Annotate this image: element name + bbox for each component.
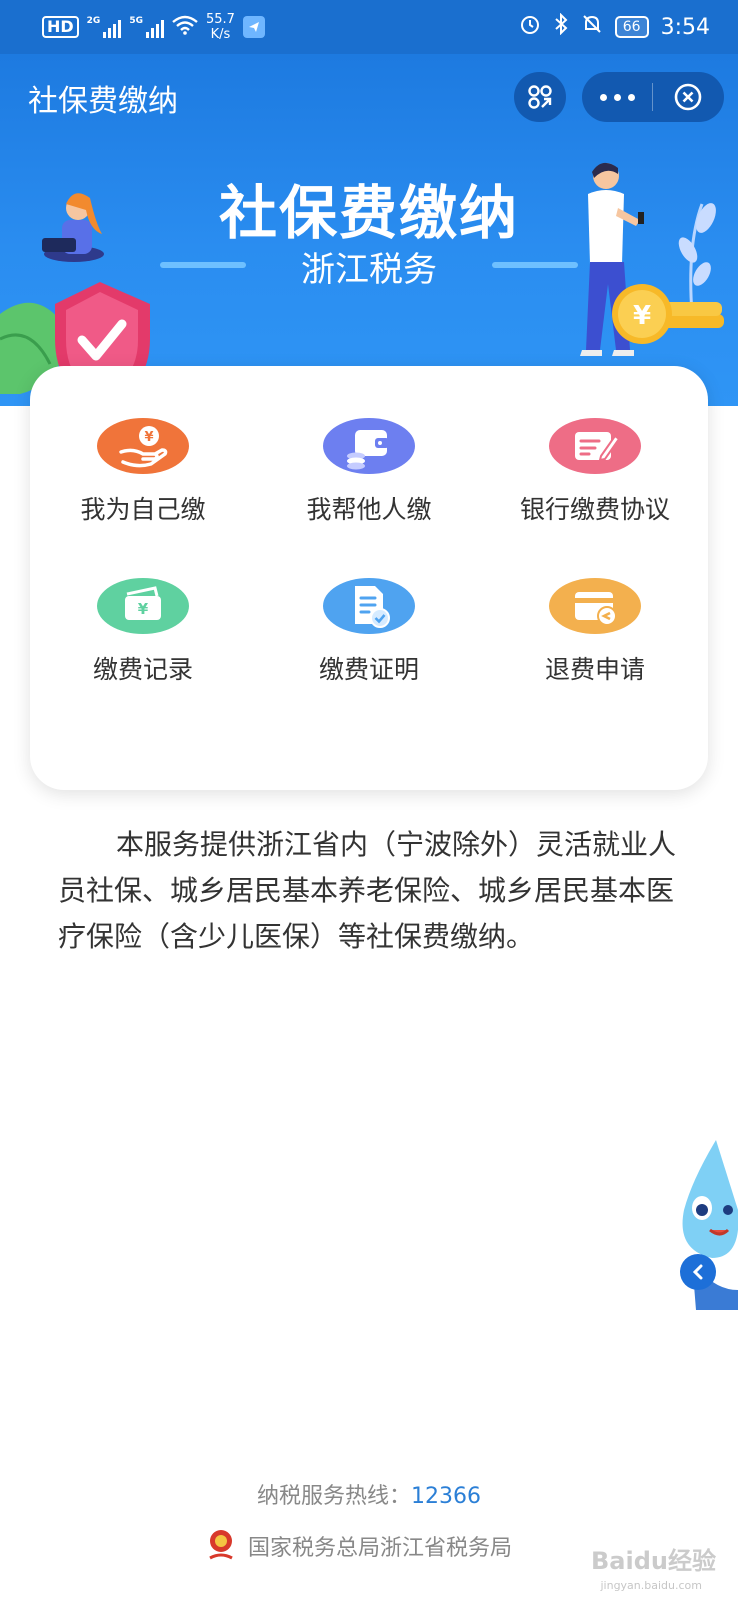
- more-dot-icon: [613, 93, 621, 101]
- close-circle-icon: [674, 83, 702, 111]
- hand-yen-icon: ¥: [97, 418, 189, 474]
- svg-text:¥: ¥: [144, 430, 153, 445]
- edit-doc-icon: [549, 418, 641, 474]
- assistant-collapse-button[interactable]: [680, 1254, 716, 1290]
- chevron-left-icon: [692, 1264, 703, 1280]
- signal-type-label: 2G: [86, 16, 101, 26]
- baidu-watermark: Baidu经验: [591, 1547, 716, 1575]
- menu-item-pay-for-others[interactable]: 我帮他人缴: [256, 360, 482, 524]
- clock: 3:54: [660, 14, 710, 40]
- hotline: 纳税服务热线：12366: [0, 1478, 738, 1510]
- menu-label: 缴费记录: [92, 655, 193, 684]
- svg-text:¥: ¥: [633, 301, 651, 331]
- watermark-url: jingyan.baidu.com: [600, 1579, 702, 1592]
- app-notification-icon: [242, 16, 265, 38]
- page-title: 社保费缴纳: [28, 84, 178, 119]
- mute-bell-icon: [581, 13, 603, 41]
- yen-card-icon: ¥: [97, 578, 189, 634]
- service-description: 本服务提供浙江省内（宁波除外）灵活就业人员社保、城乡居民基本养老保险、城乡居民基…: [58, 828, 677, 953]
- bluetooth-icon: [553, 12, 569, 41]
- menu-item-payment-records[interactable]: ¥ 缴费记录: [30, 520, 256, 684]
- hotline-number[interactable]: 12366: [411, 1484, 481, 1509]
- network-speed-value: 55.7: [205, 12, 235, 27]
- service-menu-card: ¥ 我为自己缴 我帮他人缴 银行缴费协议 ¥ 缴费记录 缴费证明 退费申请: [30, 366, 708, 790]
- organization: 国家税务总局浙江省税务局: [206, 1524, 512, 1568]
- signal-icon: 2G: [87, 16, 122, 38]
- battery-indicator: 66: [614, 16, 649, 38]
- organization-name: 国家税务总局浙江省税务局: [248, 1536, 513, 1561]
- network-speed-unit: K/s: [210, 27, 231, 42]
- menu-item-refund-application[interactable]: 退费申请: [482, 520, 708, 684]
- man-coins-illustration: ¥: [580, 162, 724, 356]
- doc-check-icon: [323, 578, 415, 634]
- more-dot-icon: [599, 93, 607, 101]
- hotline-label: 纳税服务热线：: [256, 1484, 411, 1509]
- mini-program-capsule: [582, 72, 724, 122]
- hero-banner: 社保费缴纳 社保费缴纳 浙江税务 ¥: [0, 54, 738, 406]
- close-button[interactable]: [653, 82, 723, 112]
- network-speed: 55.7 K/s: [206, 12, 235, 42]
- signal-type-label: 5G: [129, 16, 143, 26]
- more-dot-icon: [627, 93, 635, 101]
- signal-icon: 5G: [129, 16, 164, 38]
- alarm-icon: [519, 13, 541, 41]
- svg-text:¥: ¥: [138, 600, 149, 618]
- menu-item-self-pay[interactable]: ¥ 我为自己缴: [30, 360, 256, 524]
- menu-label: 缴费证明: [318, 655, 419, 684]
- menu-item-bank-agreement[interactable]: 银行缴费协议: [482, 360, 708, 524]
- wallet-icon: [323, 418, 415, 474]
- scan-icon: [528, 85, 552, 109]
- card-refund-icon: [549, 578, 641, 634]
- menu-item-payment-certificate[interactable]: 缴费证明: [256, 520, 482, 684]
- menu-label: 退费申请: [544, 655, 645, 684]
- wifi-icon: [172, 15, 198, 39]
- tax-emblem-icon: [209, 1530, 233, 1560]
- status-bar: HD 2G 5G 55.7 K/s 66 3:54: [0, 0, 738, 54]
- hd-voice-icon: HD: [42, 16, 79, 38]
- scan-button[interactable]: [514, 72, 566, 122]
- more-button[interactable]: [582, 93, 652, 101]
